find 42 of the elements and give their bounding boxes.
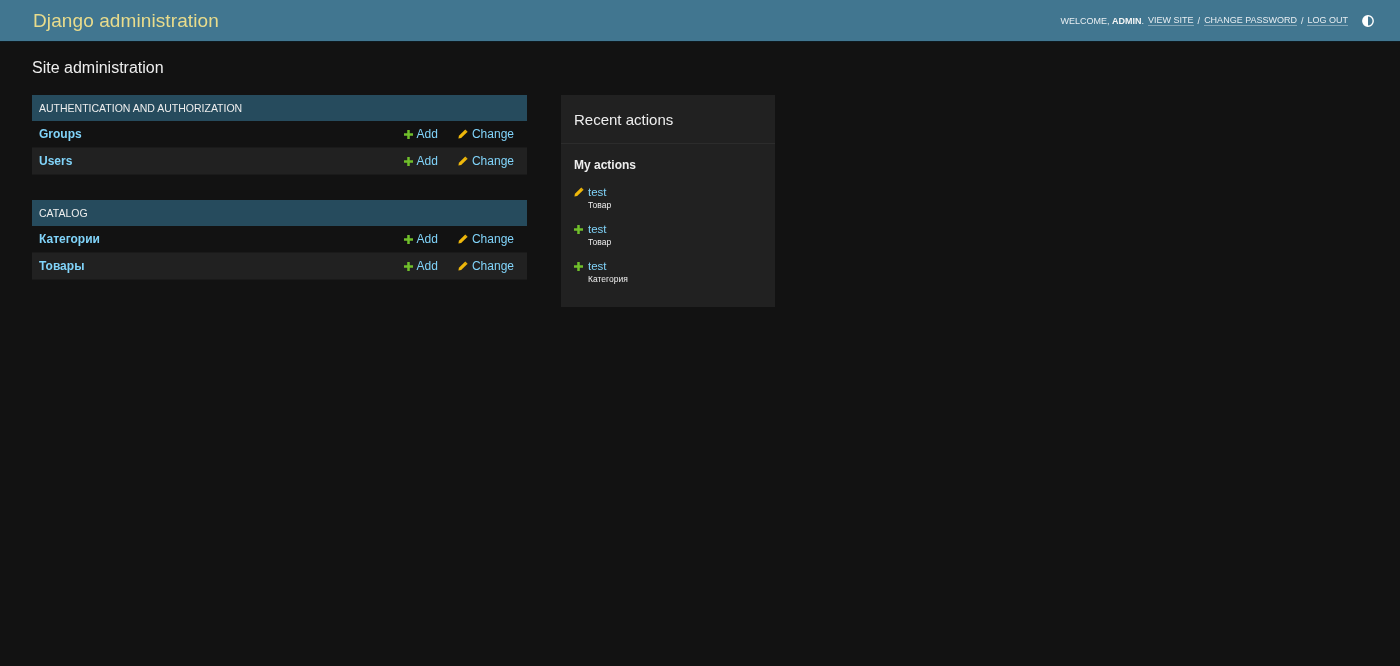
entry-type: Товар: [588, 200, 612, 210]
entry-link[interactable]: test: [588, 186, 612, 198]
module-caption: AUTHENTICATION AND AUTHORIZATION: [32, 95, 527, 121]
plus-icon: [574, 224, 583, 234]
entry-type: Товар: [588, 237, 612, 247]
page-title: Site administration: [32, 59, 164, 77]
plus-icon: [403, 234, 413, 244]
user-tools-text: /: [1197, 15, 1201, 26]
pencil-icon: [457, 156, 468, 166]
pencil-icon: [457, 234, 468, 244]
entry-link[interactable]: test: [588, 260, 628, 272]
user-tools-text: /: [1300, 15, 1304, 26]
plus-icon: [403, 261, 413, 271]
pencil-icon: [574, 187, 584, 197]
model-link[interactable]: Товары: [39, 259, 85, 273]
add-link[interactable]: Add: [403, 154, 438, 168]
panel-title: Recent actions: [574, 111, 674, 128]
plus-icon: [574, 261, 583, 271]
model-link[interactable]: Groups: [39, 127, 82, 141]
change-link[interactable]: Change: [457, 259, 514, 273]
user-tools-link[interactable]: VIEW SITE: [1148, 15, 1194, 26]
theme-toggle-icon[interactable]: [1362, 14, 1374, 27]
user-tools-link[interactable]: LOG OUT: [1307, 15, 1348, 26]
entry-link[interactable]: test: [588, 223, 612, 235]
pencil-icon: [457, 261, 468, 271]
model-link[interactable]: Users: [39, 154, 73, 168]
user-tools-link[interactable]: CHANGE PASSWORD: [1204, 15, 1297, 26]
add-link[interactable]: Add: [403, 232, 438, 246]
change-link[interactable]: Change: [457, 232, 514, 246]
plus-icon: [403, 156, 413, 166]
change-link[interactable]: Change: [457, 154, 514, 168]
pencil-icon: [457, 129, 468, 139]
change-link[interactable]: Change: [457, 127, 514, 141]
model-link[interactable]: Категории: [39, 232, 100, 246]
user-tools-text: WELCOME, ADMIN.: [1060, 15, 1145, 26]
entry-type: Категория: [588, 274, 628, 284]
module-caption: CATALOG: [32, 200, 527, 226]
site-title[interactable]: Django administration: [33, 9, 219, 32]
panel-subtitle: My actions: [574, 158, 636, 172]
add-link[interactable]: Add: [403, 259, 438, 273]
add-link[interactable]: Add: [403, 127, 438, 141]
plus-icon: [403, 129, 413, 139]
